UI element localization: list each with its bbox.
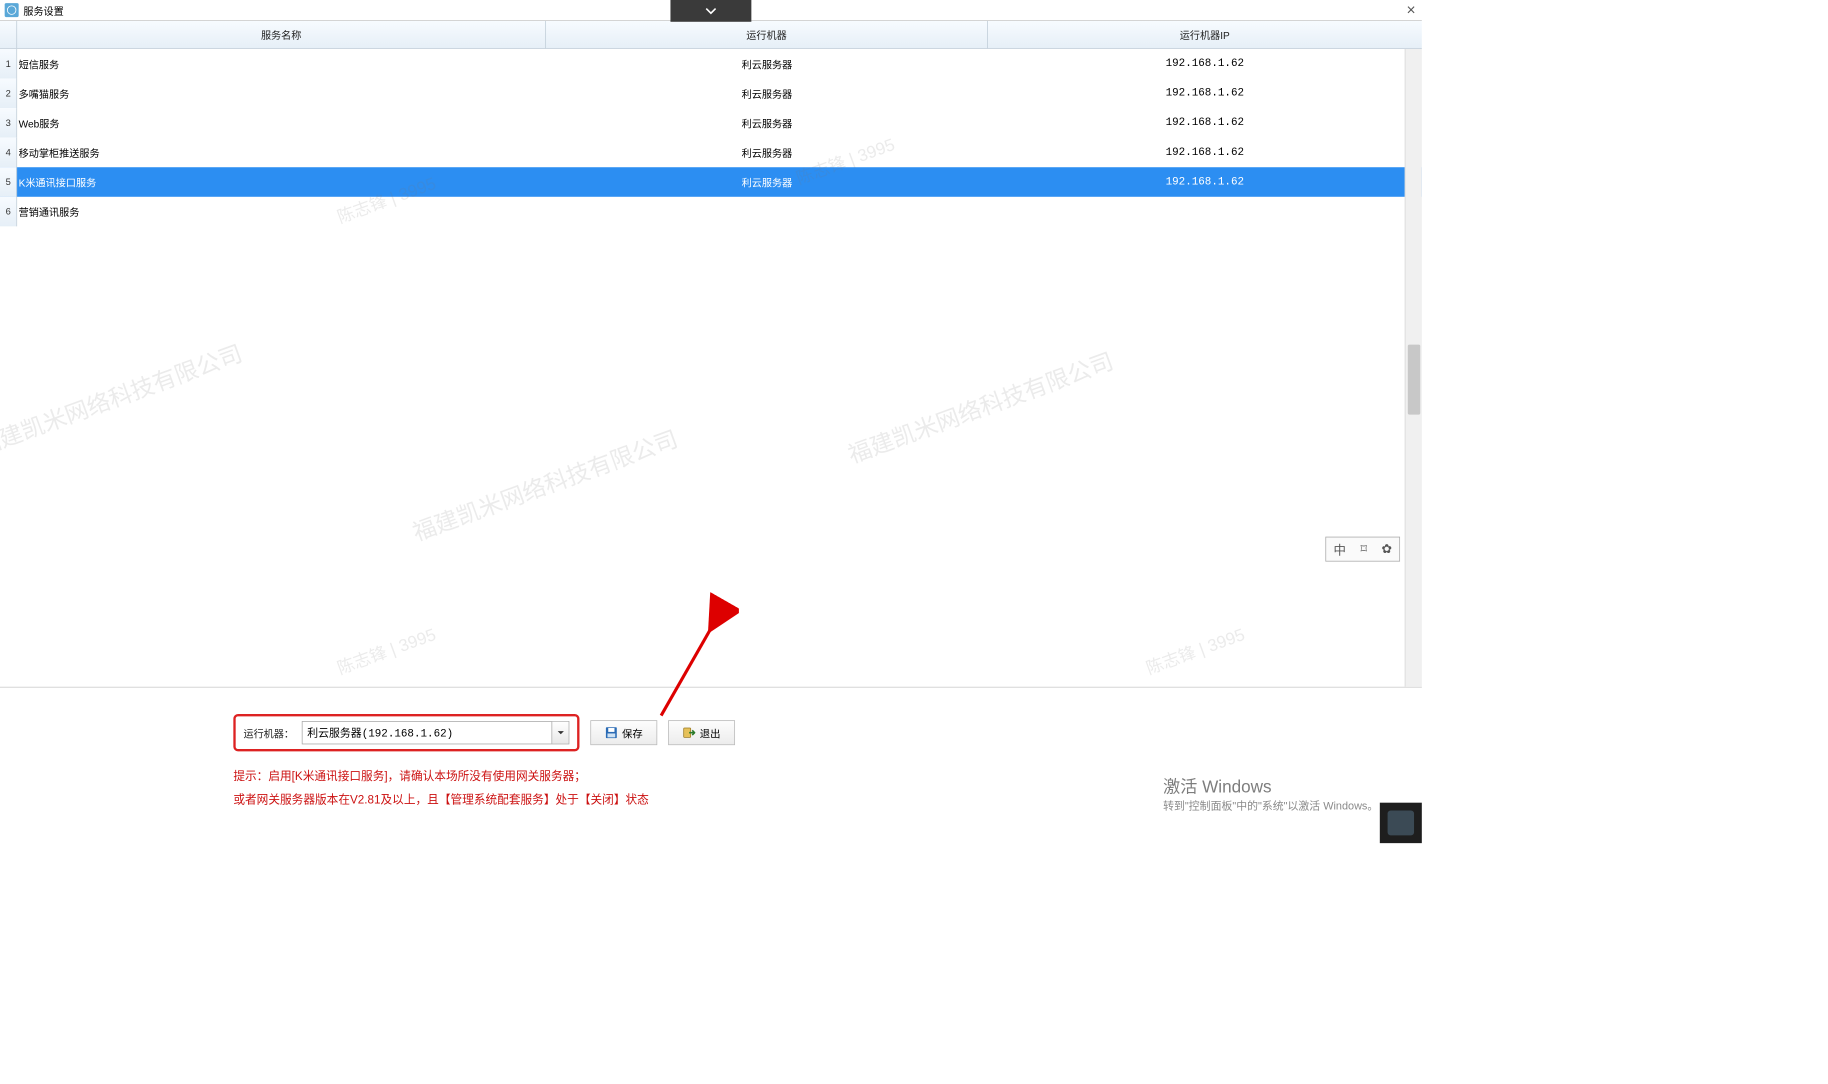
row-number: 6 <box>0 197 17 227</box>
cell-service-name: 移动掌柜推送服务 <box>17 145 546 160</box>
cell-service-name: Web服务 <box>17 116 546 131</box>
ime-mode: 中 <box>1333 540 1345 559</box>
cell-machine: 利云服务器 <box>546 86 988 101</box>
cell-machine: 利云服务器 <box>546 56 988 71</box>
cell-machine: 利云服务器 <box>546 145 988 160</box>
cell-machine: 利云服务器 <box>546 175 988 190</box>
cell-service-name: K米通讯接口服务 <box>17 175 546 190</box>
table-row[interactable]: 1短信服务利云服务器192.168.1.62 <box>0 49 1422 79</box>
vertical-scrollbar[interactable] <box>1405 49 1422 687</box>
services-grid: 服务名称 运行机器 运行机器IP 1短信服务利云服务器192.168.1.622… <box>0 20 1422 687</box>
ime-indicator[interactable]: 中 ⌑ ✿ <box>1325 537 1400 562</box>
caret-down-icon <box>557 729 565 737</box>
cell-service-name: 营销通讯服务 <box>17 204 546 219</box>
row-number: 5 <box>0 167 17 197</box>
table-row[interactable]: 5K米通讯接口服务利云服务器192.168.1.62 <box>0 167 1422 197</box>
combobox-value: 利云服务器(192.168.1.62) <box>303 725 552 741</box>
cell-ip: 192.168.1.62 <box>988 58 1422 70</box>
col-header-ip[interactable]: 运行机器IP <box>988 21 1422 48</box>
col-header-machine[interactable]: 运行机器 <box>546 21 988 48</box>
table-row[interactable]: 2多嘴猫服务利云服务器192.168.1.62 <box>0 79 1422 109</box>
cell-ip: 192.168.1.62 <box>988 117 1422 129</box>
cell-machine: 利云服务器 <box>546 116 988 131</box>
table-row[interactable]: 4移动掌柜推送服务利云服务器192.168.1.62 <box>0 138 1422 168</box>
taskbar-corner[interactable] <box>1380 803 1422 843</box>
window-title: 服务设置 <box>23 3 63 18</box>
highlight-box: 运行机器： 利云服务器(192.168.1.62) <box>233 714 579 751</box>
activate-title: 激活 Windows <box>1163 773 1378 798</box>
row-number: 4 <box>0 138 17 168</box>
activate-windows-watermark: 激活 Windows 转到"控制面板"中的"系统"以激活 Windows。 <box>1163 773 1378 813</box>
cell-ip: 192.168.1.62 <box>988 87 1422 99</box>
cell-ip: 192.168.1.62 <box>988 146 1422 158</box>
chevron-down-icon <box>703 3 719 19</box>
row-number: 1 <box>0 49 17 79</box>
cell-service-name: 短信服务 <box>17 56 546 71</box>
table-row[interactable]: 3Web服务利云服务器192.168.1.62 <box>0 108 1422 138</box>
col-header-name[interactable]: 服务名称 <box>17 21 546 48</box>
cell-ip: 192.168.1.62 <box>988 176 1422 188</box>
row-number: 3 <box>0 108 17 138</box>
close-button[interactable]: × <box>1407 2 1416 20</box>
scrollbar-thumb[interactable] <box>1408 345 1420 415</box>
save-icon <box>605 726 617 738</box>
ime-shape: ⌑ <box>1361 541 1367 557</box>
ime-symbol: ✿ <box>1382 541 1392 557</box>
cell-service-name: 多嘴猫服务 <box>17 86 546 101</box>
machine-combobox[interactable]: 利云服务器(192.168.1.62) <box>302 721 570 744</box>
row-number: 2 <box>0 79 17 109</box>
table-row[interactable]: 6营销通讯服务 <box>0 197 1422 227</box>
grid-header: 服务名称 运行机器 运行机器IP <box>0 21 1422 49</box>
dropdown-tab[interactable] <box>670 0 751 22</box>
activate-subtitle: 转到"控制面板"中的"系统"以激活 Windows。 <box>1163 798 1378 814</box>
save-button-label: 保存 <box>622 725 643 740</box>
annotation-arrow <box>646 591 739 731</box>
app-icon <box>5 3 19 17</box>
combobox-dropdown-button[interactable] <box>551 722 568 744</box>
machine-label: 运行机器： <box>243 725 294 740</box>
